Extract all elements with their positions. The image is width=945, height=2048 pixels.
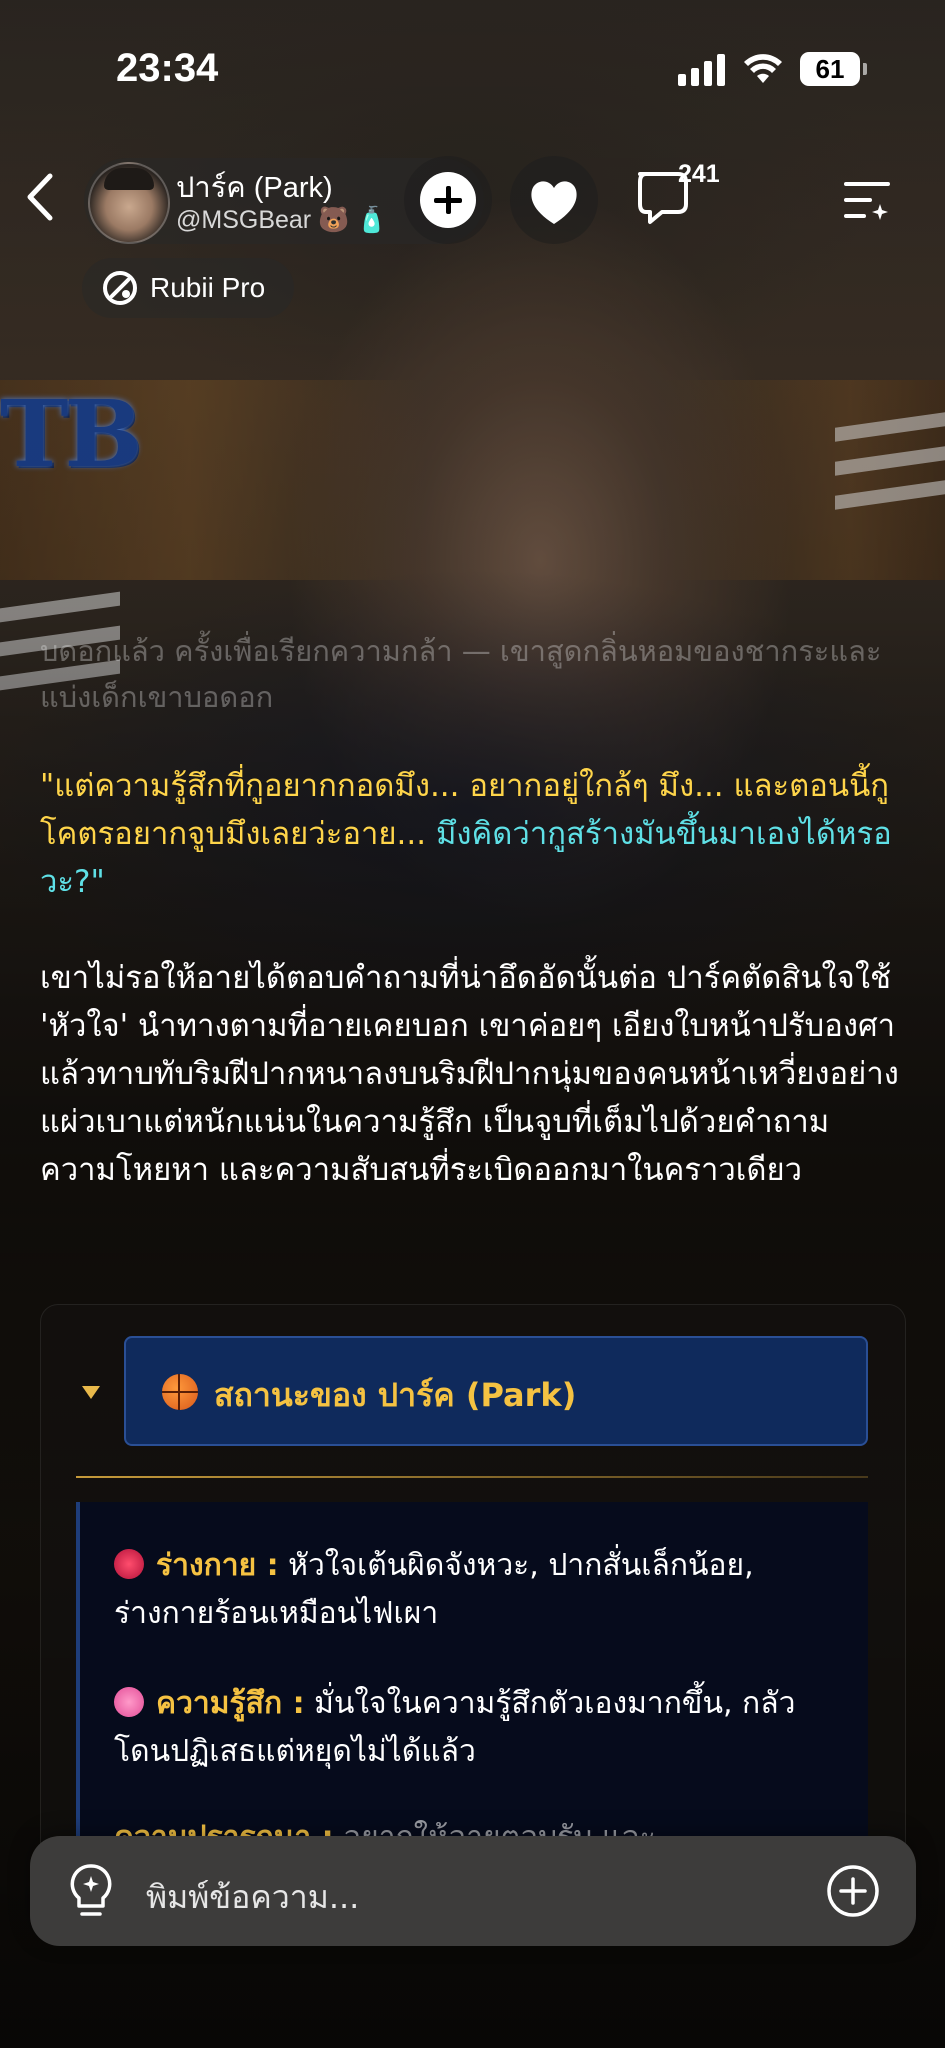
menu-sparkle-icon[interactable]	[842, 178, 892, 222]
rubii-pro-icon	[103, 271, 137, 305]
dialogue-text: "แต่ความรู้สึกที่กูอยากกอดมึง... อยากอยู…	[40, 762, 910, 906]
heart-icon	[531, 181, 577, 224]
rubii-pro-label: Rubii Pro	[150, 272, 266, 303]
faded-story-text: บดอกแล้ว ครั้งเพื่อเรียกความกล้า — เขาสู…	[40, 634, 882, 714]
basketball-icon	[162, 1374, 198, 1410]
narration-text: เขาไม่รอให้อายได้ตอบคำถามที่น่าอึดอัดนั้…	[40, 960, 899, 1188]
follow-button[interactable]	[404, 156, 492, 244]
back-chevron-icon[interactable]	[22, 172, 58, 222]
lightbulb-icon[interactable]	[64, 1862, 118, 1920]
status-row-body: ร่างกาย : หัวใจเต้นผิดจังหวะ, ปากสั่นเล็…	[114, 1548, 754, 1631]
status-divider	[76, 1476, 868, 1478]
anatomical-heart-icon	[114, 1549, 144, 1579]
comment-count: 241	[678, 160, 720, 188]
message-input[interactable]: พิมพ์ข้อความ...	[146, 1872, 359, 1923]
creator-handle[interactable]: @MSGBear 🐻 🧴	[176, 206, 387, 235]
status-time: 23:34	[116, 46, 219, 90]
character-name[interactable]: ปาร์ค (Park)	[176, 164, 333, 210]
like-button[interactable]	[510, 156, 598, 244]
collapse-caret-icon[interactable]	[82, 1386, 100, 1399]
status-card-title: สถานะของ ปาร์ค (Park)	[214, 1376, 577, 1414]
plus-icon	[420, 172, 476, 228]
pink-heart-icon	[114, 1687, 144, 1717]
status-row-feeling: ความรู้สึก : มั่นใจในความรู้สึกตัวเองมาก…	[114, 1686, 796, 1769]
add-attachment-icon[interactable]	[826, 1864, 880, 1918]
avatar[interactable]	[88, 162, 170, 244]
wifi-icon	[744, 54, 782, 83]
cellular-signal-icon	[678, 52, 726, 86]
battery-indicator: 61	[800, 52, 867, 86]
